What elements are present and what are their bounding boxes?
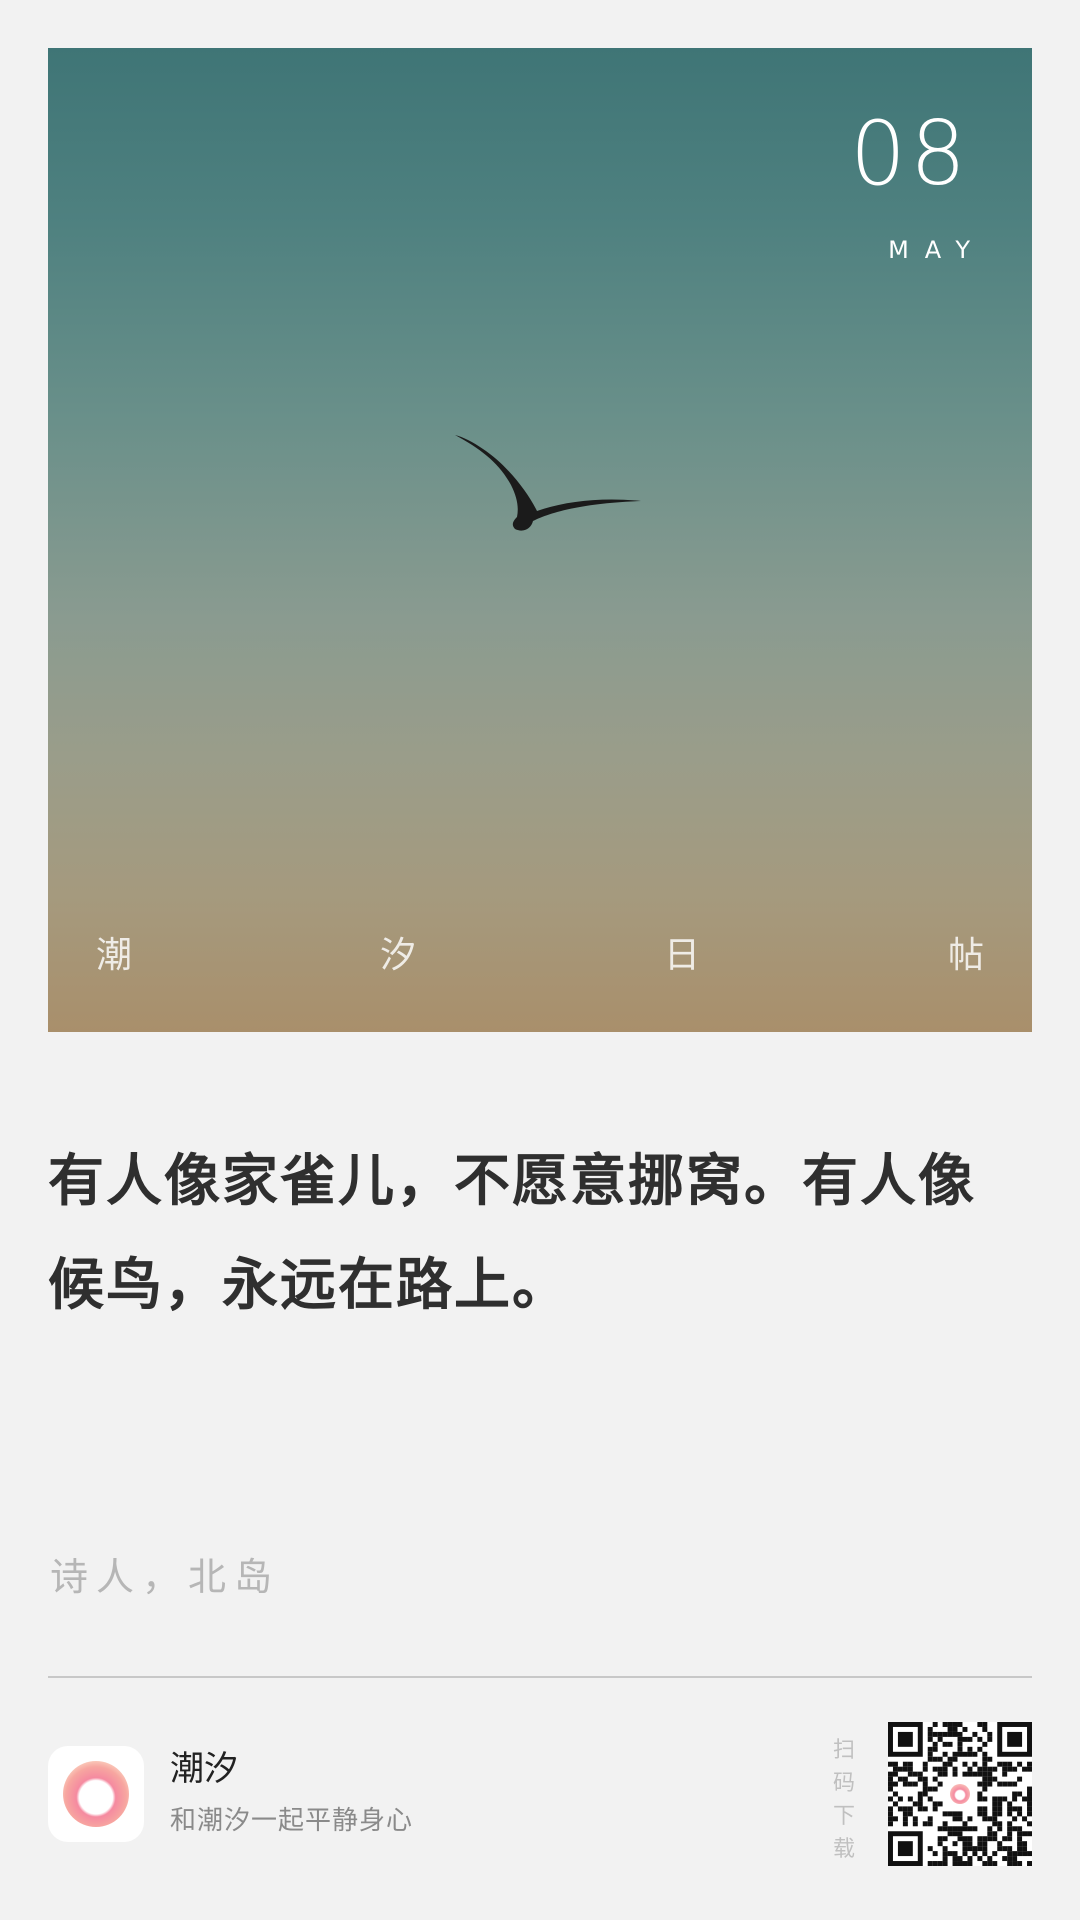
quote-text: 有人像家雀儿，不愿意挪窝。有人像候鸟，永远在路上。 xyxy=(48,1149,976,1318)
app-name: 潮汐 xyxy=(170,1749,238,1789)
brand-row: 潮 汐 日 帖 xyxy=(48,938,1032,974)
brand-char: 潮 xyxy=(96,935,133,976)
daily-poster-image: 08 MAY 潮 汐 日 帖 xyxy=(48,48,1032,1032)
qr-code[interactable] xyxy=(888,1722,1032,1866)
divider xyxy=(48,1676,1032,1678)
brand-char: 日 xyxy=(663,935,700,976)
brand-char: 汐 xyxy=(379,935,416,976)
app-logo-icon xyxy=(48,1746,144,1842)
app-slogan: 和潮汐一起平静身心 xyxy=(170,1806,414,1836)
quote-author: 诗人，北岛 xyxy=(50,1555,281,1599)
bird-silhouette-icon xyxy=(455,435,641,531)
scan-download-label: 扫码下载 xyxy=(832,1738,855,1862)
brand-char: 帖 xyxy=(947,935,984,976)
app-logo-ring xyxy=(63,1761,129,1827)
qr-logo-icon xyxy=(946,1780,974,1808)
date-day: 08 xyxy=(850,102,970,205)
date-month: MAY xyxy=(888,236,986,264)
